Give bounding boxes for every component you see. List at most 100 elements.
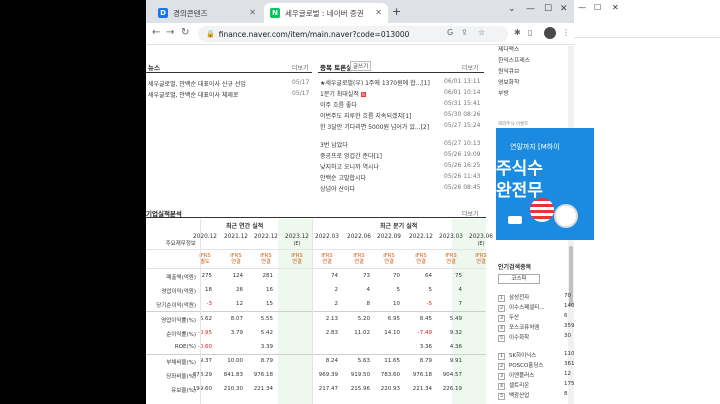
ranking-row[interactable]: 5 이수화학 30 [498,333,571,342]
ad-button[interactable] [508,216,522,224]
value-cell: 14.10 [384,330,400,336]
related-stock-link[interactable]: 영보화학 [498,77,519,86]
value-cell: 26 [236,287,243,293]
rank-value: 12 [564,371,571,377]
board-date: 05/27 10:13 [444,140,481,147]
divider [146,268,486,269]
google-icon[interactable]: G [447,28,453,37]
ranking-row[interactable]: 2 이수스페셜티... 140 [498,303,575,312]
star-icon[interactable]: ☆ [478,28,485,37]
board-item[interactable]: 안백순 고발합시다 [320,173,366,182]
value-cell: 904.57 [442,372,462,378]
value-cell: 9.37 [199,358,212,364]
ranking-row[interactable]: 4 셀트리온 175 [498,381,575,390]
forward-icon[interactable]: → [166,27,174,38]
reload-icon[interactable]: ↻ [181,27,189,38]
close-window-icon[interactable]: ✕ [560,4,568,14]
rank-name: 이수화학 [509,335,530,341]
value-cell: 6.62 [199,316,212,322]
board-item[interactable]: 1분기 최대실적 N [320,89,366,98]
naver-favicon-icon: N [270,8,280,18]
rank-value: 6 [564,313,568,319]
value-cell: 4 [458,287,463,293]
value-cell: 8.24 [325,358,338,364]
ifrs-label: IFRS 별도 [190,253,220,265]
value-cell: 18 [205,287,212,293]
write-post-button[interactable]: 글쓰기 [350,61,372,71]
ifrs-label: IFRS 연결 [436,253,466,265]
value-cell: 16 [266,287,273,293]
value-cell: 783.60 [380,372,400,378]
maximize-icon[interactable]: ☐ [544,4,552,14]
ifrs-label: IFRS 연결 [344,253,374,265]
related-stock-link[interactable]: 한익스프레스 [498,55,530,64]
doc-favicon-icon: D [158,8,168,18]
board-item[interactable]: 중공프로 엉겁간 준다[1] [320,151,382,160]
news-item[interactable]: 세우글로벌, 안백순 대표이사 체제로 [148,90,238,99]
tab-inactive[interactable]: D 경의콘텐즈 ✕ [152,3,262,23]
extensions-icon[interactable]: ✱ [514,28,521,37]
rank-number: 1 [498,353,505,360]
ranking-row[interactable]: 1 삼성전자 70 [498,293,571,302]
ranking-row[interactable]: 2 POSCO홀딩스 361 [498,361,575,370]
ranking-row[interactable]: 3 이엔플러스 12 [498,371,571,380]
value-cell: 64 [425,273,432,279]
share-icon[interactable]: ⇪ [461,28,468,37]
sidebar-icon[interactable]: ▯ [528,28,532,37]
board-date: 05/26 08:45 [444,184,481,191]
related-stock-link[interactable]: 제다맥스 [498,44,519,53]
value-cell: 2 [334,301,339,307]
close-tab-icon[interactable]: ✕ [375,8,382,17]
menu-dots-icon[interactable]: ⋮ [562,28,570,37]
chevron-down-icon[interactable]: ⌄ [508,4,516,14]
value-cell: 3.36 [419,344,432,350]
minimize-icon[interactable]: — [526,4,535,14]
ranking-tab[interactable]: 코스피 [498,274,540,284]
related-stock-link[interactable]: 원익큐브 [498,66,519,75]
board-item[interactable]: 이주 흐름 좋다 [320,100,357,109]
year-header: 2022.12 [409,234,433,240]
board-item[interactable]: 상넘어 산이다 [320,184,355,193]
rank-number: 2 [498,305,505,312]
ifrs-label: IFRS 연결 [374,253,404,265]
news-more-link[interactable]: 더보기 [292,63,309,72]
board-item[interactable]: 이번주도 지루한 흐름 지속되겠지[1] [320,111,412,120]
ranking-row[interactable]: 3 두산 6 [498,313,568,322]
value-cell: 10 [393,301,400,307]
value-cell: 2.13 [325,316,338,322]
board-date: 05/30 08:26 [444,111,481,118]
ifrs-label: IFRS 연결 [312,253,342,265]
rank-value: 359 [564,323,575,329]
profile-avatar[interactable] [544,27,556,39]
rank-name: 셀트리온 [509,383,530,389]
main-info-label: 주요재무정보 [165,241,196,247]
ranking-row[interactable]: 1 SK하이닉스 110 [498,351,575,360]
rank-number: 4 [498,325,505,332]
board-item[interactable]: ★세우글로벌(우) 1주에 1370원에 합...[1]N [320,78,432,87]
ifrs-label: IFRS 연결 [282,253,312,265]
year-header: 2023.12 [285,234,309,240]
board-more-link[interactable]: 더보기 [462,63,479,72]
estimate-mark: (E) [293,241,301,247]
ranking-row[interactable]: 4 포스코퓨처엠 359 [498,323,575,332]
board-title: 종목 토론실 [320,64,353,72]
value-cell: 8.07 [230,316,243,322]
rank-value: 361 [564,361,575,367]
back-icon[interactable]: ← [152,27,160,38]
rank-number: 5 [498,335,505,342]
group-divider [146,311,486,312]
board-item[interactable]: 3번 남았다 [320,140,348,149]
tab-active[interactable]: N 세우글로벌 : 네이버 증권 ✕ [264,3,388,23]
value-cell: 5 [396,287,401,293]
value-cell: 2.83 [325,330,338,336]
ranking-row[interactable]: 5 백광산업 8 [498,391,568,400]
close-tab-icon[interactable]: ✕ [249,8,256,17]
related-stock-link[interactable]: 부방 [498,88,509,97]
new-tab-icon[interactable]: + [392,5,401,18]
news-item[interactable]: 세우글로벌, 안백순 대표이사 신규 선임 [148,79,246,88]
year-header: 2023.03 [439,234,463,240]
board-item[interactable]: 낮지하고 오니까 역시나 [320,162,379,171]
ad-banner[interactable]: 연말까지 [M하이 주식수 완전무 [496,128,594,240]
value-cell: 11.65 [384,358,400,364]
board-item[interactable]: 한 3달만 기다리면 5000원 넘어가 있...[2] [320,122,429,131]
